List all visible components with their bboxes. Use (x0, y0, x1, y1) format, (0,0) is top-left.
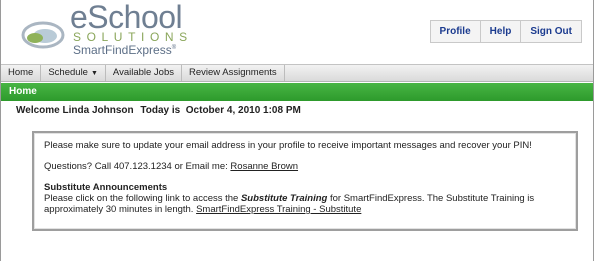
update-email-message: Please make sure to update your email ad… (44, 140, 532, 151)
announcement-emphasis: Substitute Training (240, 193, 328, 204)
swoosh-logo-icon (21, 21, 65, 49)
logo[interactable]: eSchool SOLUTIONS SmartFindExpress® (21, 0, 251, 60)
announcements-title: Substitute Announcements (44, 182, 168, 193)
welcome-greeting: Welcome Linda Johnson (16, 105, 134, 116)
questions-text: Questions? Call 407.123.1234 or Email me… (44, 161, 231, 172)
top-nav: Profile Help Sign Out (429, 20, 582, 43)
announcement-body: Please click on the following link to ac… (44, 193, 566, 215)
help-link[interactable]: Help (481, 21, 522, 42)
logo-sub-text: SOLUTIONS (73, 30, 193, 44)
header: eSchool SOLUTIONS SmartFindExpress® Prof… (1, 0, 593, 63)
sign-out-link[interactable]: Sign Out (521, 21, 581, 42)
menu-item-available-jobs[interactable]: Available Jobs (106, 65, 182, 81)
announcement-text-1: Please click on the following link to ac… (44, 193, 241, 204)
main-menu: Home Schedule ▼ Available Jobs Review Ass… (1, 64, 593, 82)
message-box: Please make sure to update your email ad… (32, 131, 578, 231)
profile-link[interactable]: Profile (431, 21, 481, 42)
logo-trademark: ® (171, 45, 177, 51)
training-link[interactable]: SmartFindExpress Training - Substitute (196, 204, 361, 215)
logo-tagline: SmartFindExpress® (73, 43, 176, 57)
page-title-bar: Home (1, 83, 593, 101)
menu-item-review-assignments[interactable]: Review Assignments (182, 65, 285, 81)
logo-tagline-text: SmartFindExpress (73, 43, 172, 57)
chevron-down-icon: ▼ (90, 70, 98, 77)
page-title: Home (9, 86, 37, 97)
questions-line: Questions? Call 407.123.1234 or Email me… (44, 161, 566, 172)
current-datetime: Today is October 4, 2010 1:08 PM (140, 105, 301, 116)
menu-item-schedule[interactable]: Schedule ▼ (41, 65, 106, 81)
menu-item-schedule-label: Schedule (48, 67, 88, 78)
welcome-line: Welcome Linda Johnson Today is October 4… (16, 105, 305, 116)
contact-email-link[interactable]: Rosanne Brown (230, 161, 298, 172)
menu-item-home[interactable]: Home (1, 65, 42, 81)
